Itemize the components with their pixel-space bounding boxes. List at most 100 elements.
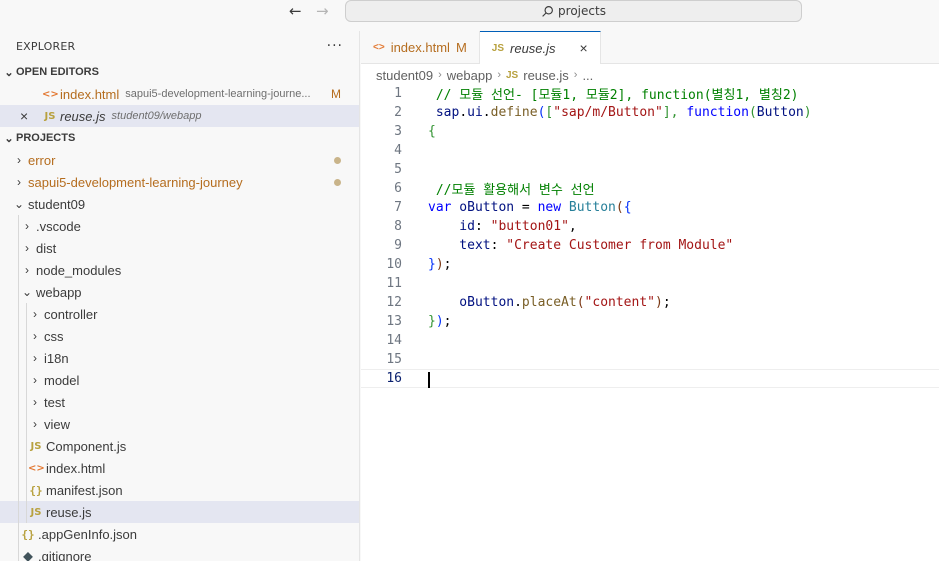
code-token: "sap/m/Button" bbox=[553, 105, 663, 120]
tree-item-label: .appGenInfo.json bbox=[38, 526, 138, 542]
search-text: projects bbox=[558, 4, 606, 18]
code-token: ; bbox=[443, 257, 452, 272]
tree-folder-i18n[interactable]: › i18n bbox=[0, 347, 359, 369]
tree-folder-student09[interactable]: ⌄ student09 bbox=[0, 193, 359, 215]
chevron-right-icon: › bbox=[17, 175, 21, 189]
tree-folder-dist[interactable]: › dist bbox=[0, 237, 359, 259]
code-text: }); bbox=[428, 257, 451, 272]
more-actions-icon[interactable]: ··· bbox=[327, 38, 343, 54]
code-line: 4 bbox=[361, 141, 939, 160]
tree-folder-vscode[interactable]: › .vscode bbox=[0, 215, 359, 237]
chevron-right-icon: › bbox=[25, 241, 29, 255]
indent-guide bbox=[26, 501, 27, 523]
indent-guide bbox=[26, 413, 27, 435]
open-editor-reuse-js[interactable]: × JS reuse.js student09/webapp bbox=[0, 105, 359, 127]
chevron-down-icon: ⌄ bbox=[13, 197, 25, 211]
code-line: 1 // 모듈 선언- [모듈1, 모듈2], function(별칭1, 별칭… bbox=[361, 84, 939, 103]
modified-badge: M bbox=[455, 40, 467, 55]
indent-guide bbox=[26, 303, 27, 325]
title-bar: ← → projects bbox=[0, 0, 939, 24]
code-token: Button bbox=[561, 200, 616, 215]
tree-item-label: index.html bbox=[46, 460, 106, 476]
tree-file-manifest-json[interactable]: {} manifest.json bbox=[0, 479, 359, 501]
open-editor-index-html[interactable]: <> index.html sapui5-development-learnin… bbox=[0, 83, 359, 105]
code-token: text bbox=[428, 238, 491, 253]
tree-item-label: reuse.js bbox=[46, 504, 92, 520]
tree-file-index-html[interactable]: <> index.html bbox=[0, 457, 359, 479]
tab-label: index.html bbox=[390, 40, 450, 55]
code-line: 7 var oButton = new Button({ bbox=[361, 198, 939, 217]
chevron-right-icon: › bbox=[438, 69, 442, 81]
code-token: . bbox=[514, 295, 522, 310]
breadcrumb: student09 › webapp › JS reuse.js › ... bbox=[361, 64, 939, 86]
tree-folder-view[interactable]: › view bbox=[0, 413, 359, 435]
tree-folder-webapp[interactable]: ⌄ webapp bbox=[0, 281, 359, 303]
code-token: { bbox=[623, 200, 632, 215]
code-text: var oButton = new Button({ bbox=[428, 200, 632, 215]
tab-reuse-js[interactable]: JS reuse.js × bbox=[479, 31, 601, 64]
command-center-search[interactable]: projects bbox=[345, 0, 802, 22]
tree-item-label: controller bbox=[44, 306, 98, 322]
code-line: 15 bbox=[361, 350, 939, 369]
code-line: 8 id: "button01", bbox=[361, 217, 939, 236]
tree-folder-controller[interactable]: › controller bbox=[0, 303, 359, 325]
tree-file-component-js[interactable]: JS Component.js bbox=[0, 435, 359, 457]
line-number: 3 bbox=[394, 124, 402, 139]
breadcrumb-item[interactable]: reuse.js bbox=[523, 68, 569, 83]
tree-file-reuse-js[interactable]: JS reuse.js bbox=[0, 501, 359, 523]
code-text: { bbox=[428, 124, 436, 139]
indent-guide bbox=[18, 545, 19, 561]
chevron-down-icon: ⌄ bbox=[4, 132, 14, 145]
code-text: oButton.placeAt("content"); bbox=[428, 295, 670, 310]
chevron-down-icon: ⌄ bbox=[21, 285, 33, 299]
chevron-right-icon: › bbox=[33, 373, 37, 387]
tree-folder-test[interactable]: › test bbox=[0, 391, 359, 413]
indent-guide bbox=[18, 479, 19, 501]
close-icon[interactable]: × bbox=[580, 40, 588, 56]
open-editors-section[interactable]: ⌄ OPEN EDITORS bbox=[0, 61, 359, 83]
code-token: placeAt bbox=[521, 295, 577, 310]
tree-item-label: student09 bbox=[28, 196, 86, 212]
code-line: 11 bbox=[361, 274, 939, 293]
tree-file-gitignore[interactable]: ◆ .gitignore bbox=[0, 545, 359, 561]
indent-guide bbox=[18, 457, 19, 479]
tree-item-label: webapp bbox=[36, 284, 82, 300]
code-line: 9 text: "Create Customer from Module" bbox=[361, 236, 939, 255]
tree-folder-css[interactable]: › css bbox=[0, 325, 359, 347]
breadcrumb-item[interactable]: ... bbox=[582, 68, 593, 83]
line-number: 10 bbox=[386, 257, 402, 272]
code-token: : bbox=[490, 238, 507, 253]
tree-item-label: view bbox=[44, 416, 71, 432]
code-line: 14 bbox=[361, 331, 939, 350]
tab-index-html[interactable]: <> index.html M bbox=[361, 31, 480, 64]
tree-file-appgeninfo-json[interactable]: {} .appGenInfo.json bbox=[0, 523, 359, 545]
tree-item-label: model bbox=[44, 372, 80, 388]
forward-arrow-icon[interactable]: → bbox=[316, 2, 329, 20]
code-token: define bbox=[490, 105, 538, 120]
breadcrumb-item[interactable]: student09 bbox=[376, 68, 433, 83]
close-icon[interactable]: × bbox=[20, 108, 42, 124]
code-line: 5 bbox=[361, 160, 939, 179]
code-token: oButton bbox=[451, 200, 515, 215]
tab-label: reuse.js bbox=[510, 40, 556, 56]
code-token: ; bbox=[443, 314, 452, 329]
code-token: ) bbox=[655, 295, 663, 310]
tree-folder-model[interactable]: › model bbox=[0, 369, 359, 391]
projects-section[interactable]: ⌄ PROJECTS bbox=[0, 127, 359, 149]
code-token: "button01" bbox=[490, 219, 569, 234]
chevron-right-icon: › bbox=[25, 219, 29, 233]
back-arrow-icon[interactable]: ← bbox=[289, 2, 302, 20]
chevron-right-icon: › bbox=[25, 263, 29, 277]
open-editor-path: student09/webapp bbox=[111, 110, 202, 122]
tree-folder-error[interactable]: › error bbox=[0, 149, 359, 171]
code-editor[interactable]: student09 › webapp › JS reuse.js › ... 1… bbox=[361, 64, 939, 561]
chevron-down-icon: ⌄ bbox=[4, 66, 14, 79]
tree-folder-node-modules[interactable]: › node_modules bbox=[0, 259, 359, 281]
code-token: : bbox=[474, 219, 491, 234]
breadcrumb-item[interactable]: webapp bbox=[447, 68, 493, 83]
code-lines[interactable]: 1 // 모듈 선언- [모듈1, 모듈2], function(별칭1, 별칭… bbox=[361, 84, 939, 388]
modified-dot-icon bbox=[334, 156, 341, 164]
line-number: 11 bbox=[386, 276, 402, 291]
tree-folder-sapui5[interactable]: › sapui5-development-learning-journey bbox=[0, 171, 359, 193]
indent-guide bbox=[18, 435, 19, 457]
